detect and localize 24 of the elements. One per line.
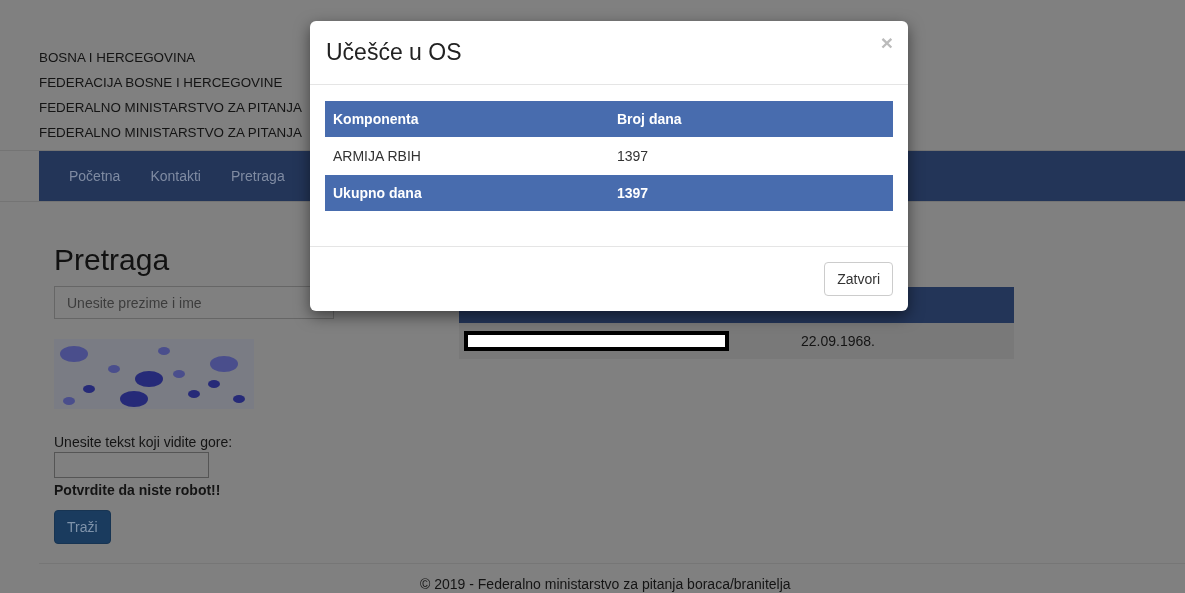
table-cell: Ukupno dana (325, 175, 609, 211)
table-cell: ARMIJA RBIH (325, 137, 609, 175)
nav-link[interactable]: Kontakti (135, 151, 216, 201)
modal-title: Učešće u OS (326, 39, 462, 66)
close-button[interactable]: × (880, 33, 893, 53)
header-text: FEDERACIJA BOSNE I HERCEGOVINE (39, 74, 283, 92)
captcha-input-field[interactable] (54, 452, 209, 478)
column-header: Komponenta (325, 101, 609, 137)
page-heading: Pretraga (54, 242, 170, 278)
table-cell: 1397 (609, 137, 893, 175)
close-button[interactable]: Zatvori (824, 262, 893, 296)
header-text: FEDERALNO MINISTARSTVO ZA PITANJA (39, 124, 302, 142)
name-input-field[interactable]: Unesite prezime i ime (54, 286, 334, 319)
header-text: BOSNA I HERCEGOVINA (39, 49, 196, 67)
table-cell-text: 22.09.1968. (800, 333, 876, 349)
field-label: Unesite tekst koji vidite gore: (54, 433, 233, 452)
nav-link[interactable]: Početna (54, 151, 136, 201)
nav-link[interactable]: Pretraga (215, 151, 300, 201)
footer-text: © 2019 - Federalno ministarstvo za pitanja boraca/branitelja (420, 576, 791, 592)
warning-text: Potvrdite da niste robot!! (54, 482, 221, 498)
search-button[interactable]: Traži (54, 510, 111, 544)
table-cell: 1397 (609, 175, 893, 211)
header-text: FEDERALNO MINISTARSTVO ZA PITANJA (39, 99, 302, 117)
column-header: Broj dana (609, 101, 893, 137)
